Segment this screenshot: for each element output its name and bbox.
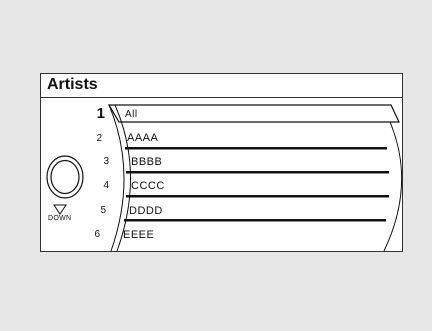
down-label: DOWN [48, 215, 72, 222]
row-separator [126, 171, 389, 174]
list-item-all[interactable]: All [125, 109, 138, 120]
item-number-2: 2 [96, 133, 102, 144]
row-separator [126, 195, 389, 198]
list-item-aaaa[interactable]: AAAA [127, 132, 158, 144]
right-arc-divider [383, 121, 402, 251]
list-item-cccc[interactable]: CCCC [131, 180, 165, 192]
triangle-down-icon [53, 204, 67, 215]
list-item-eeee[interactable]: EEEE [123, 229, 154, 241]
left-arc-divider [108, 104, 125, 251]
item-number-1: 1 [96, 105, 105, 122]
list-item-bbbb[interactable]: BBBB [131, 156, 162, 168]
list-item-dddd[interactable]: DDDD [129, 205, 163, 217]
selected-row-outline [107, 104, 400, 123]
item-number-5: 5 [100, 205, 106, 216]
item-number-6: 6 [94, 229, 100, 240]
item-number-4: 4 [103, 180, 109, 191]
rotary-knob-icon[interactable] [46, 155, 84, 199]
row-separator [124, 219, 386, 222]
row-separator [125, 147, 387, 150]
item-number-3: 3 [103, 156, 109, 167]
page-background: Artists DOWN 1 2 3 4 5 6 All AAAA BBBB C… [0, 0, 432, 331]
artist-list-screen: Artists DOWN 1 2 3 4 5 6 All AAAA BBBB C… [40, 73, 403, 252]
